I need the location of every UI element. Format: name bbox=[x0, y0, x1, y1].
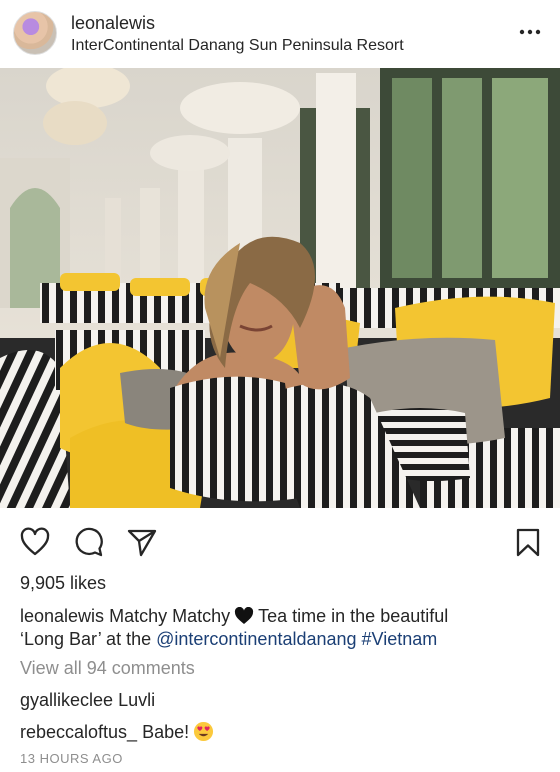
speech-bubble-icon[interactable] bbox=[72, 526, 104, 558]
photo-illustration bbox=[0, 68, 560, 508]
comment: gyallikeclee Luvli bbox=[20, 690, 155, 711]
post-header: leonalewis InterContinental Danang Sun P… bbox=[0, 0, 560, 68]
comment-author[interactable]: gyallikeclee bbox=[20, 690, 113, 710]
more-options-icon[interactable] bbox=[518, 22, 542, 42]
post-caption: leonalewis Matchy Matchy Tea time in the … bbox=[20, 605, 540, 651]
post-username[interactable]: leonalewis bbox=[71, 13, 155, 34]
comment: rebeccaloftus_ Babe! bbox=[20, 721, 214, 743]
comment-author[interactable]: rebeccaloftus_ bbox=[20, 722, 137, 742]
caption-author[interactable]: leonalewis bbox=[20, 606, 104, 626]
caption-text-line2: ‘Long Bar’ at the bbox=[20, 629, 152, 649]
heart-eyes-emoji-icon bbox=[194, 721, 214, 742]
post-timestamp: 13 HOURS AGO bbox=[20, 751, 123, 766]
view-all-comments-link[interactable]: View all 94 comments bbox=[20, 658, 195, 679]
post-photo[interactable] bbox=[0, 68, 560, 508]
caption-text-continued: Tea time in the beautiful bbox=[258, 606, 449, 626]
caption-text: Matchy Matchy bbox=[109, 606, 231, 626]
paper-plane-icon[interactable] bbox=[126, 526, 158, 558]
likes-count[interactable]: 9,905 likes bbox=[20, 573, 106, 594]
avatar[interactable] bbox=[13, 11, 57, 55]
hashtag-link[interactable]: #Vietnam bbox=[362, 629, 438, 649]
heart-outline-icon[interactable] bbox=[19, 526, 51, 558]
black-heart-emoji-icon bbox=[235, 607, 254, 624]
post-actions-bar bbox=[0, 518, 560, 562]
comment-text: Babe! bbox=[142, 722, 190, 742]
post-location[interactable]: InterContinental Danang Sun Peninsula Re… bbox=[71, 37, 404, 55]
bookmark-outline-icon[interactable] bbox=[512, 526, 544, 558]
comment-text: Luvli bbox=[118, 690, 156, 710]
mention-link[interactable]: @intercontinentaldanang bbox=[156, 629, 356, 649]
